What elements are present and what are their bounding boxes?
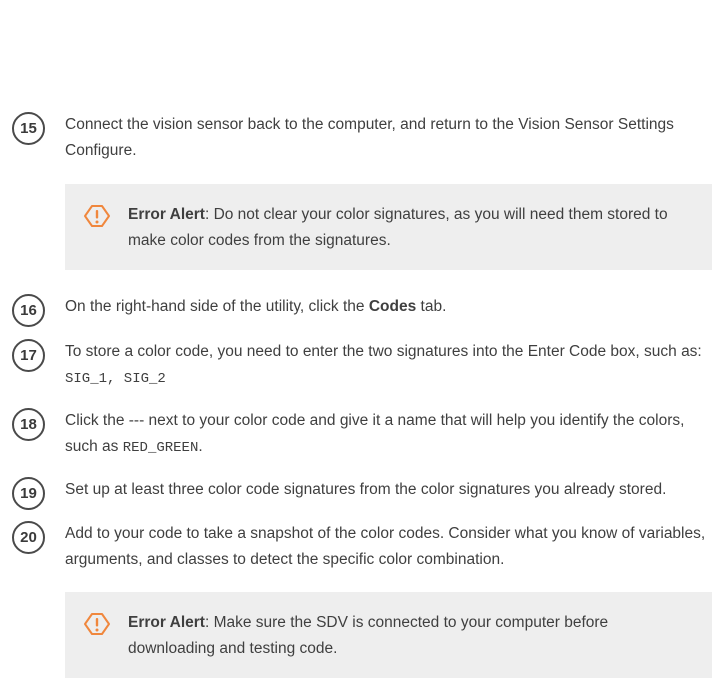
step-text: Connect the vision sensor back to the co… [65,116,674,159]
step-text: Add to your code to take a snapshot of t… [65,525,706,568]
step-20: 20 Add to your code to take a snapshot o… [12,521,717,573]
codes-tab-label: Codes [368,298,417,315]
step-number: 19 [12,477,45,510]
code-snippet: RED_GREEN [122,440,199,456]
step-text-part: tab. [416,298,447,315]
code-snippet: SIG_1, SIG_2 [65,371,166,387]
alert-text: Error Alert: Make sure the SDV is connec… [128,592,698,662]
step-text: Set up at least three color code signatu… [65,481,667,498]
step-18: 18 Click the --- next to your color code… [12,408,717,461]
step-text-part: On the right-hand side of the utility, c… [65,298,369,315]
step-text-part: To store a color code, you need to enter… [65,343,702,360]
step-number: 16 [12,294,45,327]
alert-message: : Do not clear your color signatures, as… [128,206,668,249]
error-alert: Error Alert: Do not clear your color sig… [65,184,712,270]
step-number: 15 [12,112,45,145]
warning-icon [84,613,110,635]
alert-label: Error Alert [128,206,205,223]
alert-text: Error Alert: Do not clear your color sig… [128,184,698,254]
step-text: To store a color code, you need to enter… [65,339,717,392]
error-alert: Error Alert: Make sure the SDV is connec… [65,592,712,678]
step-text-part: . [198,438,203,455]
step-number: 18 [12,408,45,441]
step-number: 20 [12,521,45,554]
step-15: 15 Connect the vision sensor back to the… [12,112,717,164]
step-text: Click the --- next to your color code an… [65,408,717,461]
step-19: 19 Set up at least three color code sign… [12,477,717,510]
alert-label: Error Alert [128,614,205,631]
step-16: 16 On the right-hand side of the utility… [12,294,717,327]
step-text: On the right-hand side of the utility, c… [65,294,717,320]
step-17: 17 To store a color code, you need to en… [12,339,717,392]
step-number: 17 [12,339,45,372]
warning-icon [84,205,110,227]
